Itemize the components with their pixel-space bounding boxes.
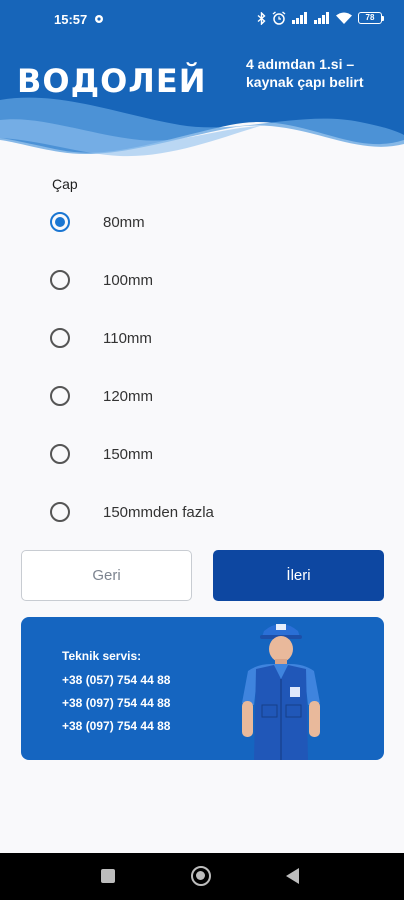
service-title: Teknik servis:: [62, 649, 142, 663]
next-button[interactable]: İleri: [213, 550, 384, 601]
service-phone[interactable]: +38 (057) 754 44 88: [62, 673, 170, 687]
option-label: 80mm: [103, 213, 145, 231]
option-label: 100mm: [103, 271, 154, 289]
technician-image: [242, 624, 320, 760]
service-card: Teknik servis: +38 (057) 754 44 88 +38 (…: [21, 617, 384, 760]
service-phone[interactable]: +38 (097) 754 44 88: [62, 719, 170, 733]
status-bar: 15:57 78: [0, 0, 404, 40]
recent-apps-icon[interactable]: [101, 869, 115, 883]
bluetooth-icon: [257, 11, 266, 25]
alarm-icon: [272, 11, 286, 25]
app-logo: ВОДОЛЕЙ: [17, 62, 207, 100]
gear-icon: [95, 15, 103, 23]
battery-icon: 78: [358, 12, 384, 24]
radio-option-100mm[interactable]: 100mm: [50, 265, 350, 295]
system-nav-bar: [0, 853, 404, 900]
radio-option-more-than-150mm[interactable]: 150mmden fazla: [50, 497, 350, 527]
battery-level: 78: [358, 12, 382, 24]
back-button[interactable]: Geri: [21, 550, 192, 601]
radio-option-80mm[interactable]: 80mm: [50, 207, 350, 237]
radio-button[interactable]: [50, 270, 70, 290]
signal-icon: [314, 12, 329, 24]
radio-button[interactable]: [50, 212, 70, 232]
back-icon[interactable]: [286, 868, 299, 884]
option-label: 150mm: [103, 445, 154, 463]
radio-option-150mm[interactable]: 150mm: [50, 439, 350, 469]
status-time: 15:57: [54, 12, 88, 27]
option-label: 150mmden fazla: [103, 503, 214, 521]
radio-button[interactable]: [50, 502, 70, 522]
radio-button[interactable]: [50, 386, 70, 406]
radio-button[interactable]: [50, 328, 70, 348]
service-phone[interactable]: +38 (097) 754 44 88: [62, 696, 170, 710]
radio-button[interactable]: [50, 444, 70, 464]
diameter-label: Çap: [52, 176, 78, 192]
option-label: 120mm: [103, 387, 154, 405]
wifi-icon: [336, 12, 352, 24]
radio-option-120mm[interactable]: 120mm: [50, 381, 350, 411]
radio-option-110mm[interactable]: 110mm: [50, 323, 350, 353]
step-indicator: 4 adımdan 1.si – kaynak çapı belirt: [246, 56, 364, 90]
home-icon[interactable]: [191, 866, 211, 886]
signal-icon: [292, 12, 307, 24]
option-label: 110mm: [103, 329, 152, 347]
header: ВОДОЛЕЙ 4 adımdan 1.si – kaynak çapı bel…: [0, 40, 404, 160]
